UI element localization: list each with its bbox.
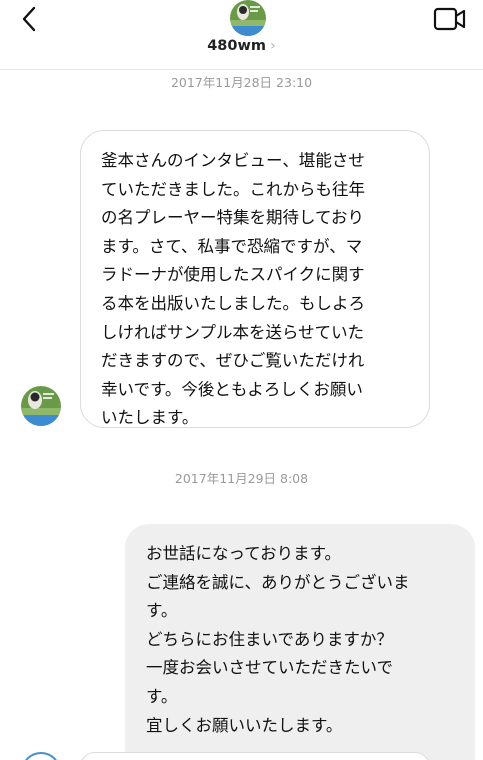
message-line: ラドーナが使用したスパイクに関す — [101, 265, 365, 285]
message-line: ます。さて、私事で恐縮ですが、マ — [101, 236, 363, 256]
sender-avatar[interactable] — [21, 386, 61, 426]
message-line: 宜しくお願いいたします。 — [146, 715, 343, 735]
conversation-title[interactable]: 480wm › — [0, 38, 483, 54]
profile-photo-icon — [21, 386, 61, 426]
message-line: す。 — [146, 601, 178, 621]
incoming-message-bubble[interactable]: 釜本さんのインタビュー、堪能させ ていただきました。これからも往年 の名プレーヤ… — [80, 130, 430, 428]
incoming-message-bubble[interactable] — [80, 752, 430, 760]
message-line: の名プレーヤー特集を期待しており — [101, 208, 365, 228]
message-line: どちらにお住まいでありますか？ — [146, 629, 393, 649]
chat-header: 480wm › — [0, 0, 483, 70]
username-label: 480wm — [207, 38, 266, 54]
video-call-button[interactable] — [433, 5, 467, 33]
timestamp: 2017年11月29日 8:08 — [174, 471, 309, 486]
timestamp: 2017年11月28日 23:10 — [170, 75, 313, 90]
message-line: しければサンプル本を送らせていた — [101, 322, 365, 342]
message-line: ていただきました。これからも往年 — [101, 179, 365, 199]
message-line: 幸いです。今後ともよろしくお願い — [101, 379, 363, 399]
chevron-left-icon — [22, 6, 36, 32]
message-line: だきますので、ぜひご覧いただけれ — [101, 351, 365, 371]
chevron-right-icon: › — [269, 38, 276, 54]
message-line: す。 — [146, 686, 178, 706]
message-line: 釜本さんのインタビュー、堪能させ — [101, 151, 365, 170]
sender-avatar[interactable] — [21, 752, 61, 760]
message-line: お世話になっております。 — [146, 544, 342, 563]
outgoing-message-bubble[interactable]: お世話になっております。 ご連絡を誠に、ありがとうございま す。 どちらにお住ま… — [125, 524, 475, 760]
header-avatar[interactable] — [230, 0, 266, 36]
video-camera-icon — [433, 7, 466, 31]
message-line: いたします。 — [101, 408, 199, 428]
profile-photo-icon — [230, 0, 266, 36]
message-line: る本を出版いたしました。もしよろ — [101, 293, 365, 313]
message-line: ご連絡を誠に、ありがとうございま — [146, 572, 410, 592]
back-button[interactable] — [14, 4, 44, 34]
message-line: 一度お会いさせていただきたいで — [146, 658, 394, 678]
